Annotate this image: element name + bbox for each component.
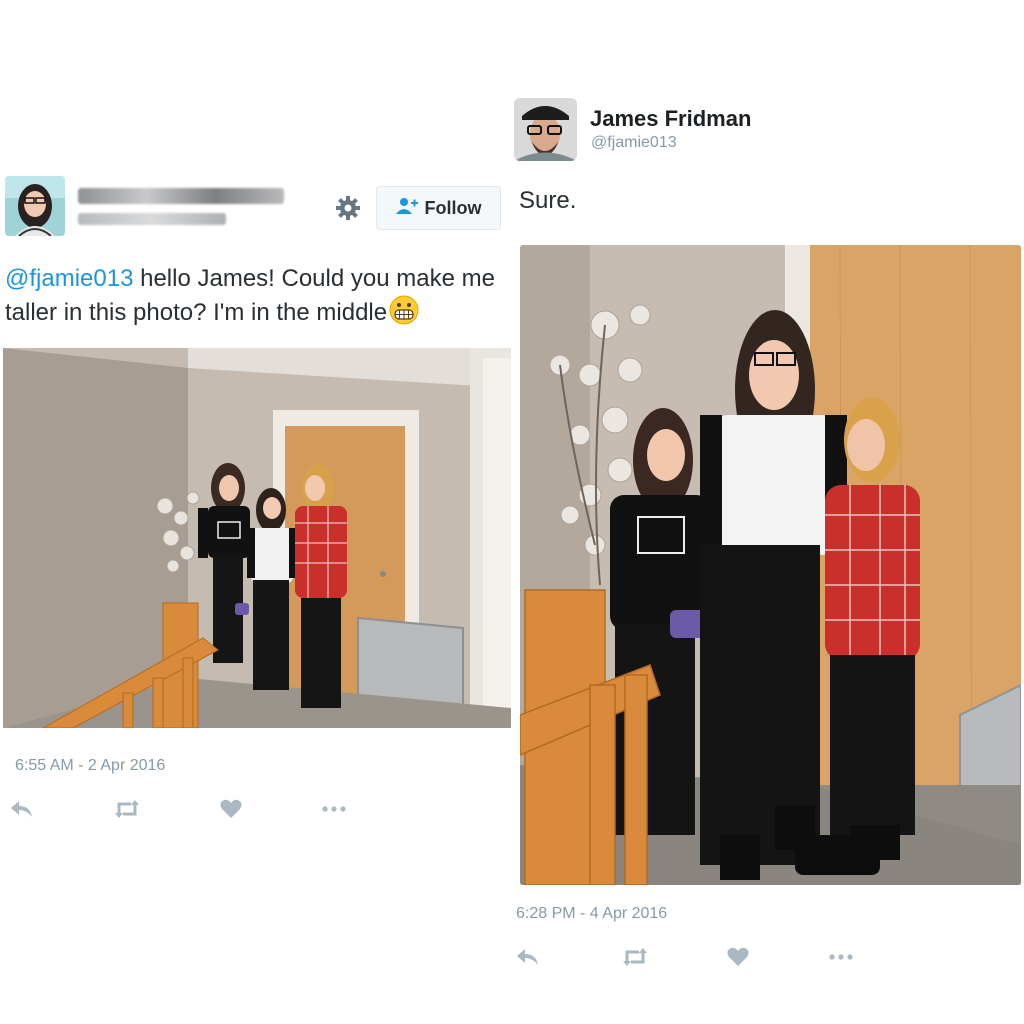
add-user-icon: [395, 197, 418, 220]
mention-link[interactable]: @fjamie013: [5, 265, 133, 292]
right-username[interactable]: @fjamie013: [591, 134, 677, 152]
reply-icon[interactable]: [9, 798, 35, 820]
reply-icon[interactable]: [515, 946, 541, 968]
left-user-avatar[interactable]: [5, 176, 65, 236]
more-icon[interactable]: [827, 946, 853, 968]
left-tweet-timestamp[interactable]: 6:55 AM - 2 Apr 2016: [15, 757, 165, 775]
right-tweet-text: Sure.: [519, 187, 577, 214]
left-tweet-photo[interactable]: [3, 348, 511, 728]
follow-button-label: Follow: [424, 197, 482, 218]
like-icon[interactable]: [219, 798, 245, 820]
like-icon[interactable]: [726, 946, 752, 968]
grimacing-emoji-icon: [389, 295, 419, 334]
follow-button[interactable]: Follow: [376, 186, 501, 230]
right-tweet-photo[interactable]: [520, 245, 1021, 885]
redacted-username: [78, 213, 226, 227]
gear-icon[interactable]: [334, 194, 362, 222]
tweet-text-line1: hello James! Could you make me: [133, 265, 495, 292]
right-user-avatar[interactable]: [514, 98, 577, 161]
left-tweet-text: @fjamie013 hello James! Could you make m…: [5, 262, 515, 334]
right-display-name[interactable]: James Fridman: [590, 106, 751, 132]
more-icon[interactable]: [320, 798, 346, 820]
right-tweet-timestamp[interactable]: 6:28 PM - 4 Apr 2016: [516, 905, 667, 923]
tweet-text-line2: taller in this photo? I'm in the middle: [5, 299, 388, 326]
retweet-icon[interactable]: [113, 798, 139, 820]
redacted-display-name: [78, 188, 284, 206]
retweet-icon[interactable]: [621, 946, 647, 968]
